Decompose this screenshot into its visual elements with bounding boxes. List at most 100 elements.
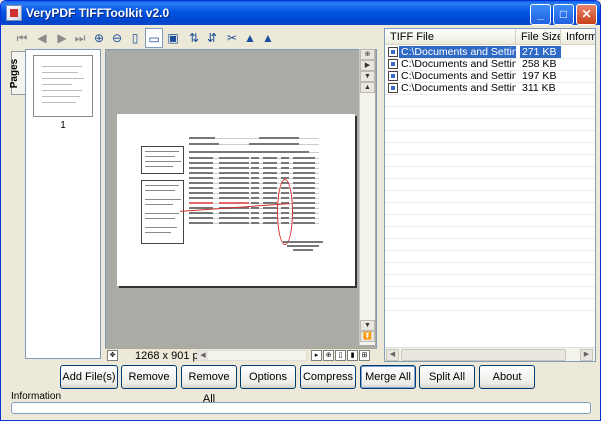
file-path: C:\Documents and Settings\admin... <box>399 46 516 58</box>
options-button[interactable]: Options <box>240 365 296 389</box>
grid-line <box>385 214 595 215</box>
scroll-right-icon[interactable]: ▶ <box>360 60 375 71</box>
toolbar: ⏮ ◀ ▶ ⏭ ⊕ ⊖ ▯ ▭ ▣ ⇅ ⇵ ✂ ▲ ▲ <box>5 28 375 50</box>
grid-line <box>385 106 595 107</box>
column-information[interactable]: Informatio <box>561 29 595 45</box>
tiff-file-icon <box>388 83 398 93</box>
rotate-icon[interactable]: ⇅ <box>185 28 203 48</box>
file-list-row[interactable]: C:\Documents and Settings\admin... 197 KB <box>385 70 595 82</box>
split-all-button[interactable]: Split All <box>419 365 475 389</box>
scroll-right-icon[interactable]: ▶ <box>580 349 593 361</box>
grid-line <box>385 274 595 275</box>
fit-page-icon[interactable]: ▣ <box>164 28 182 48</box>
grid-line <box>385 310 595 311</box>
grid-line <box>385 94 595 95</box>
file-size: 311 KB <box>522 82 556 94</box>
app-window: VeryPDF TIFFToolkit v2.0 _ □ ✕ ⏮ ◀ ▶ ⏭ ⊕… <box>0 0 601 421</box>
prev-page-icon[interactable]: ◀ <box>33 28 51 48</box>
add-files-button[interactable]: Add File(s) <box>60 365 118 389</box>
column-file-size[interactable]: File Size <box>516 29 561 45</box>
first-page-icon[interactable]: ⏮ <box>13 28 31 48</box>
information-label: Information <box>11 391 62 402</box>
flip-icon[interactable]: ⇵ <box>203 28 221 48</box>
file-list-row[interactable]: C:\Documents and Settings\admin... 311 KB <box>385 82 595 94</box>
view-single-icon[interactable]: ▸ <box>311 350 322 361</box>
merge-all-button[interactable]: Merge All <box>360 365 416 389</box>
move-icon[interactable]: ✥ <box>107 350 118 361</box>
scroll-up-icon[interactable]: ▲ <box>360 82 375 93</box>
view-grid-icon[interactable]: ⊞ <box>359 350 370 361</box>
last-page-icon[interactable]: ⏭ <box>71 28 89 48</box>
minimize-button[interactable]: _ <box>530 4 551 25</box>
tab-pages-label: Pages <box>9 58 21 89</box>
close-button[interactable]: ✕ <box>576 4 597 25</box>
grid-line <box>385 286 595 287</box>
viewer-horizontal-scrollbar[interactable]: ◀ <box>197 350 307 361</box>
scroll-bottom-icon[interactable]: ⏬ <box>360 331 375 342</box>
move-up-icon[interactable]: ▲ <box>241 28 259 48</box>
scroll-thumb[interactable] <box>401 349 566 361</box>
file-path: C:\Documents and Settings\admin... <box>401 82 516 94</box>
fit-width-icon[interactable]: ▭ <box>145 28 163 48</box>
grid-line <box>385 238 595 239</box>
grid-line <box>385 178 595 179</box>
grid-line <box>385 262 595 263</box>
column-tiff-file[interactable]: TIFF File <box>385 29 516 45</box>
file-list-horizontal-scrollbar[interactable]: ◀ ▶ <box>385 347 595 361</box>
next-page-icon[interactable]: ▶ <box>53 28 71 48</box>
scroll-left-icon[interactable]: ◀ <box>386 349 399 361</box>
file-path: C:\Documents and Settings\admin... <box>401 70 516 82</box>
move-down-icon[interactable]: ▲ <box>259 28 277 48</box>
crop-icon[interactable]: ✂ <box>223 28 241 48</box>
viewer-vertical-scrollbar[interactable]: ⊕ ▶ ▼ ▲ ▼ ⏬ <box>359 49 375 345</box>
tiff-file-icon <box>388 59 398 69</box>
file-list-header: TIFF File File Size Informatio <box>385 29 595 45</box>
remove-all-button[interactable]: Remove All <box>181 365 237 405</box>
thumbnail-panel: 1 <box>25 49 101 359</box>
about-button[interactable]: About <box>479 365 535 389</box>
scroll-top-icon[interactable]: ⊕ <box>360 49 375 60</box>
zoom-out-icon[interactable]: ⊖ <box>108 28 126 48</box>
tiff-file-icon <box>388 47 398 57</box>
zoom-in-icon[interactable]: ⊕ <box>90 28 108 48</box>
single-page-icon[interactable]: ▯ <box>126 28 144 48</box>
file-size: 258 KB <box>522 58 557 70</box>
grid-line <box>385 250 595 251</box>
tab-pages[interactable]: Pages <box>9 51 25 95</box>
progress-bar <box>11 402 591 414</box>
maximize-button[interactable]: □ <box>553 4 574 25</box>
grid-line <box>385 202 595 203</box>
file-list[interactable]: TIFF File File Size Informatio C:\Docume… <box>384 28 596 362</box>
grid-line <box>385 154 595 155</box>
title-bar[interactable]: VeryPDF TIFFToolkit v2.0 _ □ ✕ <box>1 1 600 25</box>
scroll-down-page-icon[interactable]: ▼ <box>360 71 375 82</box>
document-viewer[interactable] <box>105 49 377 361</box>
window-title: VeryPDF TIFFToolkit v2.0 <box>26 6 170 20</box>
page-size-label: 1268 x 901 pt <box>135 350 202 362</box>
annotation-oval <box>277 179 293 245</box>
scroll-down-icon[interactable]: ▼ <box>360 320 375 331</box>
doc-notes-box <box>141 180 184 244</box>
grid-line <box>385 118 595 119</box>
remove-button[interactable]: Remove <box>121 365 177 389</box>
compress-button[interactable]: Compress <box>300 365 356 389</box>
view-double-icon[interactable]: ▮ <box>347 350 358 361</box>
file-size: 197 KB <box>522 70 557 82</box>
grid-line <box>385 226 595 227</box>
grid-line <box>385 190 595 191</box>
file-list-row[interactable]: C:\Documents and Settings\admin... 271 KB <box>385 46 595 58</box>
file-size: 271 KB <box>520 46 561 58</box>
grid-line <box>385 58 595 59</box>
page-thumbnail[interactable] <box>33 55 93 117</box>
view-zoom-icon[interactable]: ⊕ <box>323 350 334 361</box>
tiff-file-icon <box>388 71 398 81</box>
file-list-row[interactable]: C:\Documents and Settings\admin... 258 KB <box>385 58 595 70</box>
grid-line <box>385 82 595 83</box>
document-page <box>117 114 355 286</box>
grid-line <box>385 298 595 299</box>
doc-summary-box <box>141 146 184 174</box>
file-path: C:\Documents and Settings\admin... <box>401 58 516 70</box>
view-page-icon[interactable]: ▯ <box>335 350 346 361</box>
scroll-left-icon[interactable]: ◀ <box>198 351 208 360</box>
page-number-label: 1 <box>60 120 66 131</box>
